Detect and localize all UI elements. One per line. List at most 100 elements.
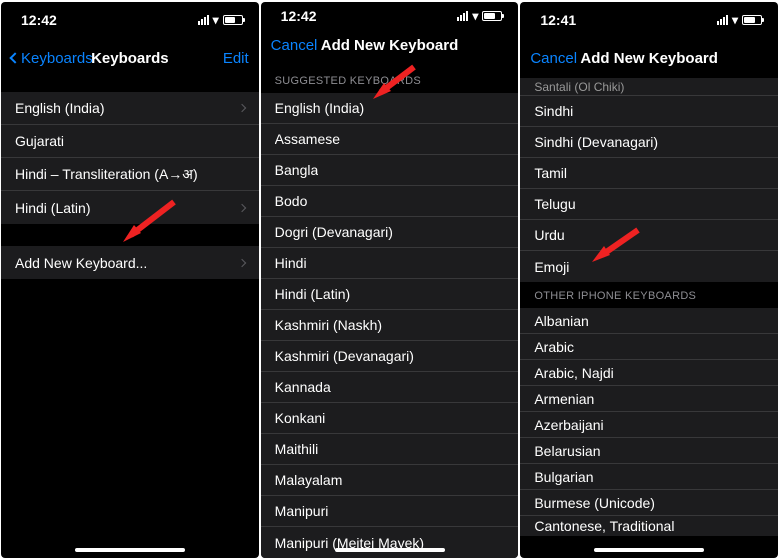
keyboard-label: Albanian bbox=[534, 313, 589, 329]
phone-add-keyboard-other: 12:41 ▾ Cancel Add New Keyboard Santali … bbox=[520, 2, 778, 558]
keyboard-row[interactable]: Urdu bbox=[520, 220, 778, 251]
keyboard-label: Malayalam bbox=[275, 472, 343, 488]
keyboard-label: Hindi (Latin) bbox=[275, 286, 350, 302]
add-new-section: Add New Keyboard... bbox=[1, 246, 259, 279]
keyboard-row[interactable]: Burmese (Unicode) bbox=[520, 490, 778, 516]
chevron-left-icon bbox=[9, 52, 20, 63]
keyboard-label: Manipuri bbox=[275, 503, 329, 519]
battery-icon bbox=[223, 15, 243, 25]
cancel-button[interactable]: Cancel bbox=[271, 37, 318, 54]
keyboard-row[interactable]: Bodo bbox=[261, 186, 519, 217]
status-icons: ▾ bbox=[198, 13, 243, 27]
keyboard-label: Bodo bbox=[275, 193, 308, 209]
keyboard-label: Emoji bbox=[534, 259, 569, 275]
signal-icon bbox=[198, 15, 209, 25]
keyboard-row[interactable]: Manipuri (Meitei Mayek) bbox=[261, 527, 519, 558]
keyboard-row[interactable]: Telugu bbox=[520, 189, 778, 220]
keyboard-label: Urdu bbox=[534, 227, 564, 243]
signal-icon bbox=[457, 11, 468, 21]
cancel-button[interactable]: Cancel bbox=[530, 50, 577, 67]
nav-bar: Keyboards Keyboards Edit bbox=[1, 38, 259, 78]
signal-icon bbox=[717, 15, 728, 25]
battery-icon bbox=[482, 11, 502, 21]
keyboard-row[interactable]: Sindhi bbox=[520, 96, 778, 127]
home-indicator[interactable] bbox=[335, 548, 445, 552]
home-indicator[interactable] bbox=[594, 548, 704, 552]
keyboard-row-emoji[interactable]: Emoji bbox=[520, 251, 778, 282]
keyboard-label: Kashmiri (Devanagari) bbox=[275, 348, 414, 364]
keyboard-row[interactable]: Belarusian bbox=[520, 438, 778, 464]
phone-keyboards-list: 12:42 ▾ Keyboards Keyboards Edit English… bbox=[1, 2, 259, 558]
keyboard-row[interactable]: English (India) bbox=[261, 93, 519, 124]
keyboard-label: Konkani bbox=[275, 410, 326, 426]
keyboard-row[interactable]: Arabic bbox=[520, 334, 778, 360]
keyboard-row[interactable]: Albanian bbox=[520, 308, 778, 334]
keyboard-row[interactable]: Azerbaijani bbox=[520, 412, 778, 438]
keyboard-row[interactable]: Hindi (Latin) bbox=[1, 191, 259, 224]
home-indicator[interactable] bbox=[75, 548, 185, 552]
add-new-label: Add New Keyboard... bbox=[15, 255, 147, 271]
keyboard-label: Kashmiri (Naskh) bbox=[275, 317, 382, 333]
keyboard-row[interactable]: Gujarati bbox=[1, 125, 259, 158]
edit-button[interactable]: Edit bbox=[223, 50, 249, 67]
keyboard-label: Burmese (Unicode) bbox=[534, 495, 655, 511]
keyboard-row[interactable]: Hindi bbox=[261, 248, 519, 279]
add-new-keyboard-button[interactable]: Add New Keyboard... bbox=[1, 246, 259, 279]
keyboard-label: Arabic bbox=[534, 339, 574, 355]
keyboard-row[interactable]: Maithili bbox=[261, 434, 519, 465]
status-icons: ▾ bbox=[457, 9, 502, 23]
suggested-keyboards-tail: Santali (Ol Chiki) Sindhi Sindhi (Devana… bbox=[520, 78, 778, 282]
phone-add-keyboard-suggested: 12:42 ▾ Cancel Add New Keyboard Suggeste… bbox=[261, 2, 519, 558]
section-header-suggested: Suggested Keyboards bbox=[261, 61, 519, 93]
keyboard-row[interactable]: Arabic, Najdi bbox=[520, 360, 778, 386]
status-bar: 12:41 ▾ bbox=[520, 2, 778, 38]
keyboard-label: English (India) bbox=[15, 100, 105, 116]
section-header-other: Other iPhone Keyboards bbox=[520, 282, 778, 308]
keyboard-label: Santali (Ol Chiki) bbox=[534, 80, 624, 94]
keyboard-label: Gujarati bbox=[15, 133, 64, 149]
battery-icon bbox=[742, 15, 762, 25]
keyboard-label: Telugu bbox=[534, 196, 575, 212]
keyboard-row[interactable]: Konkani bbox=[261, 403, 519, 434]
keyboard-row[interactable]: English (India) bbox=[1, 92, 259, 125]
status-time: 12:42 bbox=[21, 12, 57, 28]
back-button[interactable]: Keyboards bbox=[11, 50, 93, 67]
keyboard-label: Dogri (Devanagari) bbox=[275, 224, 393, 240]
status-time: 12:42 bbox=[281, 8, 317, 24]
keyboard-row[interactable]: Armenian bbox=[520, 386, 778, 412]
nav-bar: Cancel Add New Keyboard bbox=[261, 30, 519, 61]
keyboard-row[interactable]: Tamil bbox=[520, 158, 778, 189]
keyboard-row[interactable]: Sindhi (Devanagari) bbox=[520, 127, 778, 158]
chevron-right-icon bbox=[237, 203, 245, 211]
keyboards-list: English (India) Gujarati Hindi – Transli… bbox=[1, 92, 259, 224]
keyboard-row[interactable]: Manipuri bbox=[261, 496, 519, 527]
keyboard-label: Arabic, Najdi bbox=[534, 365, 613, 381]
keyboard-row[interactable]: Kashmiri (Naskh) bbox=[261, 310, 519, 341]
keyboard-row[interactable]: Bulgarian bbox=[520, 464, 778, 490]
keyboard-label: Sindhi (Devanagari) bbox=[534, 134, 658, 150]
keyboard-label: English (India) bbox=[275, 100, 365, 116]
keyboard-row[interactable]: Malayalam bbox=[261, 465, 519, 496]
keyboard-label: Belarusian bbox=[534, 443, 600, 459]
chevron-right-icon bbox=[237, 258, 245, 266]
keyboard-row[interactable]: Hindi – Transliteration (A→अ) bbox=[1, 158, 259, 191]
keyboard-row[interactable]: Kashmiri (Devanagari) bbox=[261, 341, 519, 372]
keyboard-label: Hindi – Transliteration (A→अ) bbox=[15, 165, 198, 184]
keyboard-row[interactable]: Assamese bbox=[261, 124, 519, 155]
keyboard-label: Hindi (Latin) bbox=[15, 200, 90, 216]
keyboard-row-partial[interactable]: Santali (Ol Chiki) bbox=[520, 78, 778, 96]
keyboard-row[interactable]: Kannada bbox=[261, 372, 519, 403]
keyboard-row[interactable]: Bangla bbox=[261, 155, 519, 186]
status-time: 12:41 bbox=[540, 12, 576, 28]
keyboard-label: Assamese bbox=[275, 131, 340, 147]
spacer bbox=[1, 224, 259, 246]
keyboard-row[interactable]: Hindi (Latin) bbox=[261, 279, 519, 310]
suggested-keyboards-list: English (India) Assamese Bangla Bodo Dog… bbox=[261, 93, 519, 558]
keyboard-label: Sindhi bbox=[534, 103, 573, 119]
nav-bar: Cancel Add New Keyboard bbox=[520, 38, 778, 78]
keyboard-label: Maithili bbox=[275, 441, 319, 457]
keyboard-row[interactable]: Dogri (Devanagari) bbox=[261, 217, 519, 248]
back-label: Keyboards bbox=[21, 50, 93, 67]
keyboard-row-partial[interactable]: Cantonese, Traditional bbox=[520, 516, 778, 536]
status-bar: 12:42 ▾ bbox=[261, 2, 519, 30]
